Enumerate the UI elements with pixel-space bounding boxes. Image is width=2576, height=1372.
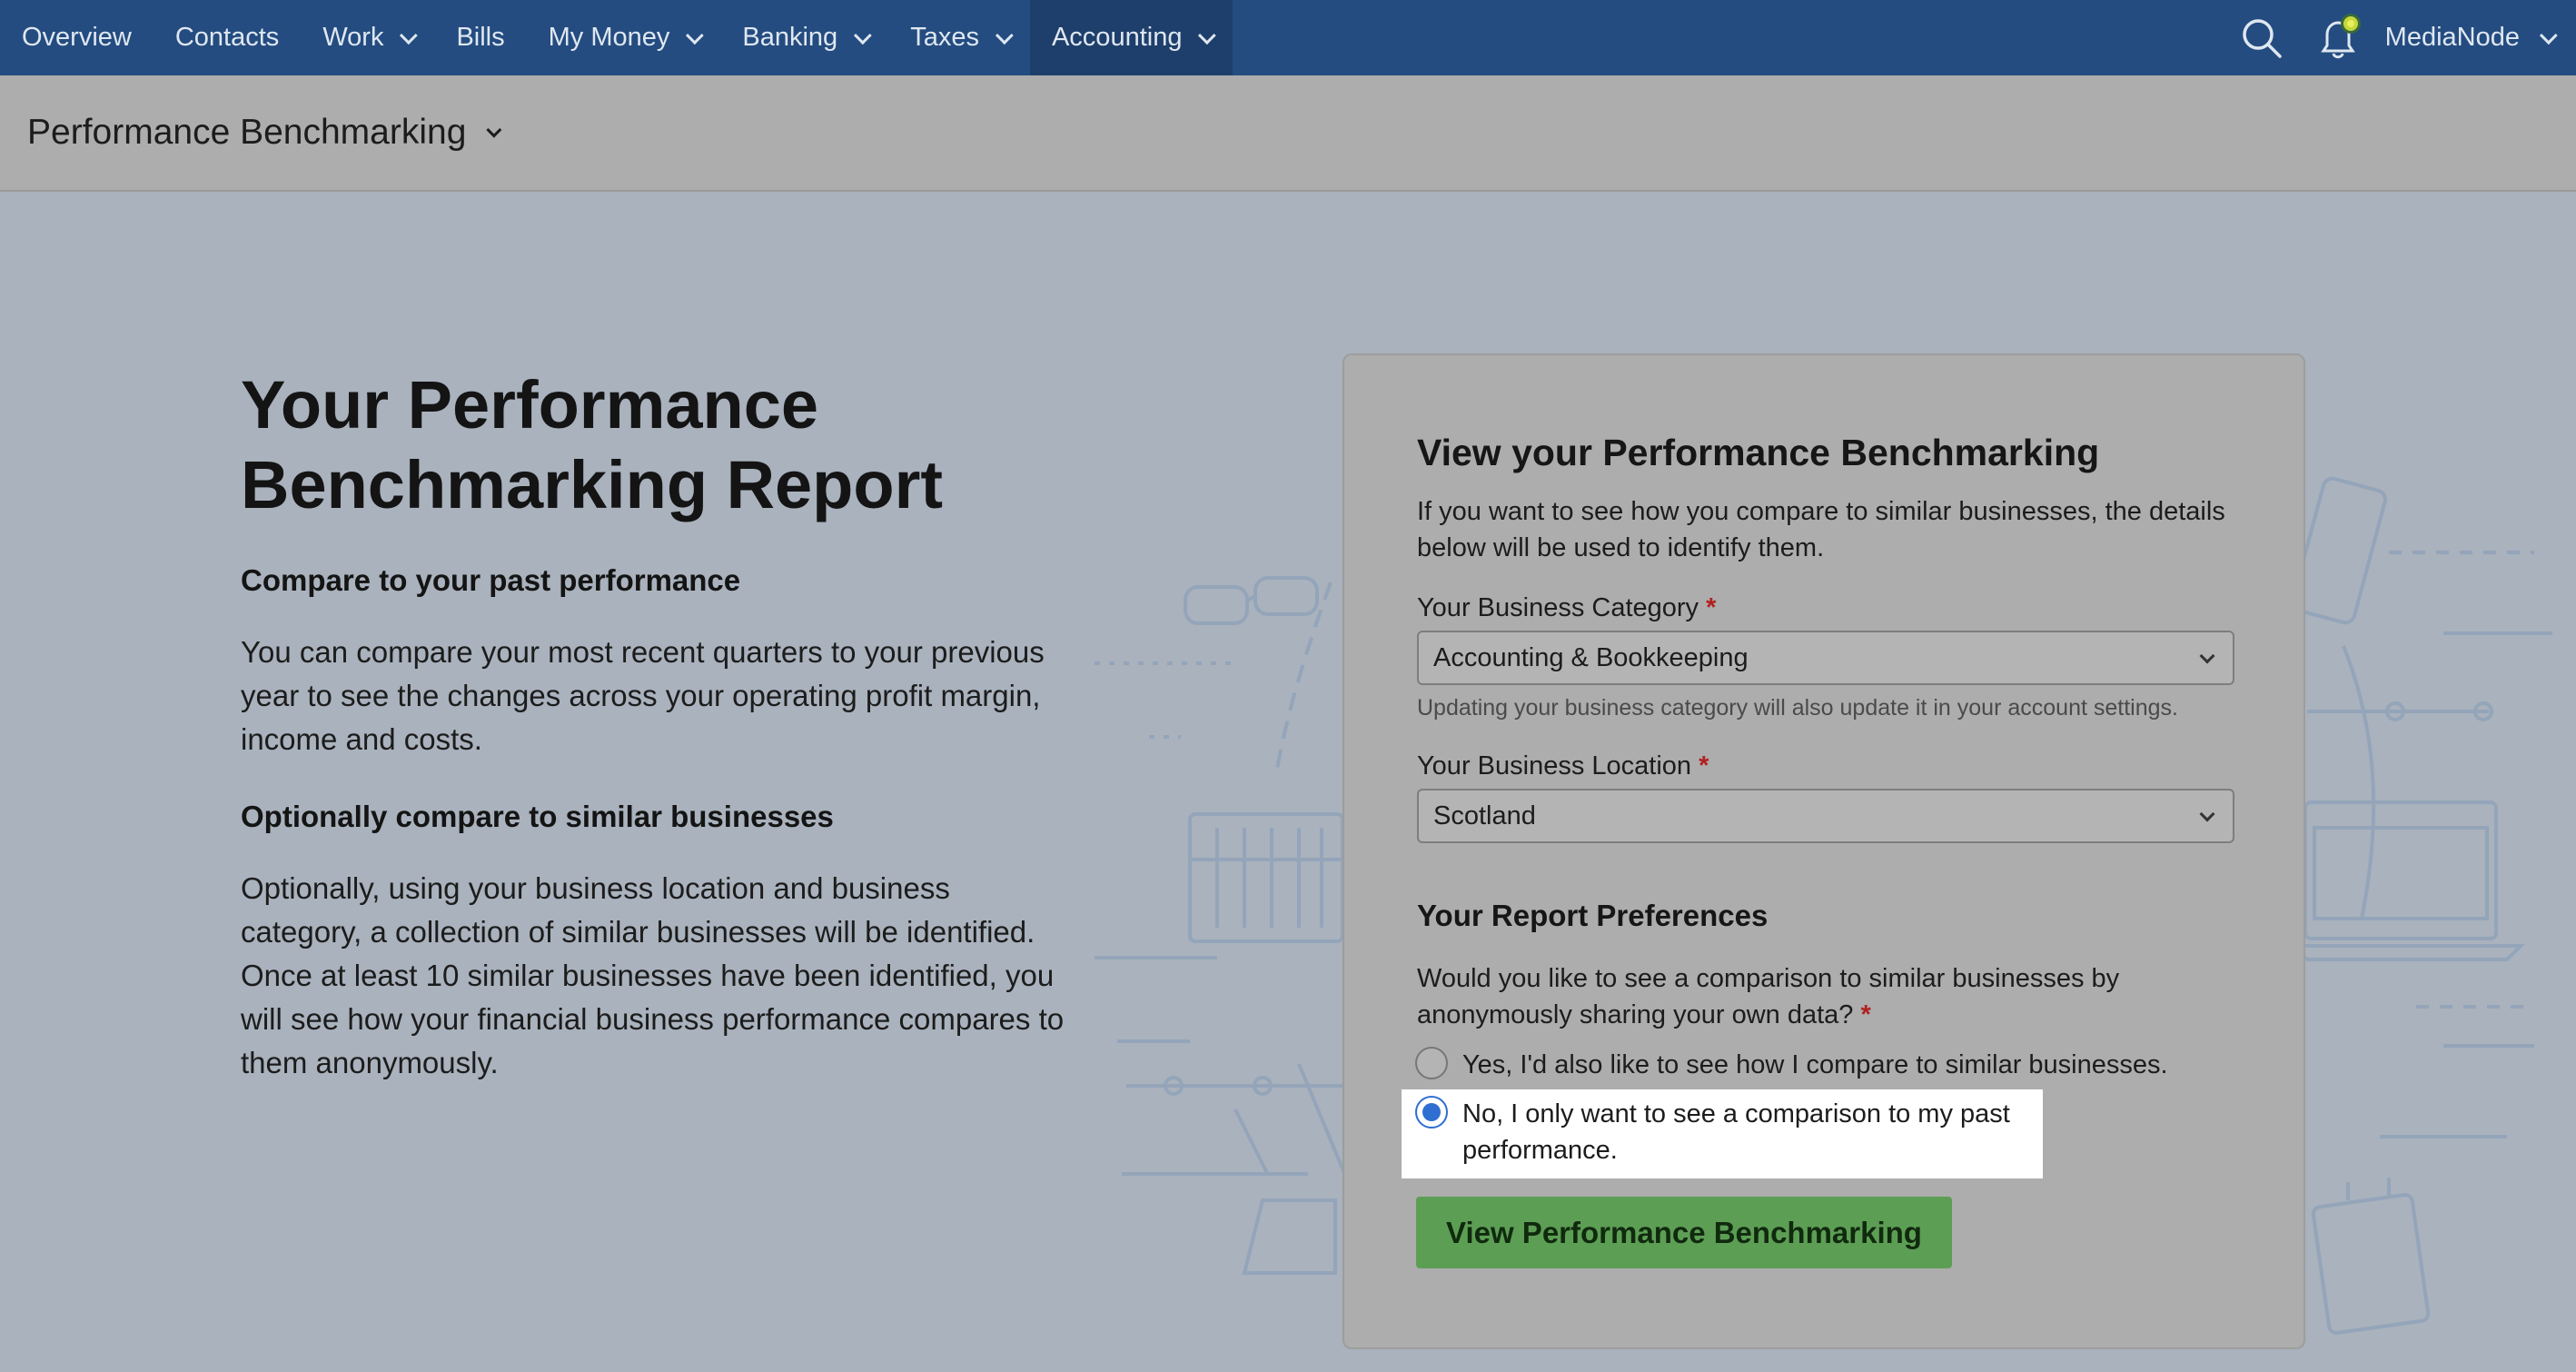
notification-bell-icon bbox=[2320, 13, 2361, 58]
nav-item-label: Banking bbox=[742, 23, 838, 52]
chevron-down-icon bbox=[2539, 25, 2558, 45]
nav-item-bills[interactable]: Bills bbox=[434, 0, 526, 75]
nav-item-label: Contacts bbox=[174, 23, 280, 52]
nav-item-accounting[interactable]: Accounting bbox=[1029, 0, 1234, 75]
report-preferences-heading: Your Report Preferences bbox=[1417, 899, 1769, 932]
nav-item-contacts[interactable]: Contacts bbox=[154, 0, 301, 75]
business-category-value: Accounting & Bookkeeping bbox=[1433, 642, 1749, 672]
chevron-down-icon bbox=[1198, 25, 1217, 45]
radio-option-label: Yes, I'd also like to see how I compare … bbox=[1462, 1050, 2168, 1079]
chevron-down-icon bbox=[486, 122, 502, 138]
page-header: Performance Benchmarking bbox=[0, 75, 2576, 192]
nav-item-work[interactable]: Work bbox=[301, 0, 434, 75]
business-category-hint: Updating your business category will als… bbox=[1417, 695, 2178, 721]
nav-item-banking[interactable]: Banking bbox=[720, 0, 888, 75]
intro-section: Your Performance Benchmarking Report Com… bbox=[241, 365, 1076, 1085]
radio-option-label: No, I only want to see a comparison to m… bbox=[1462, 1099, 2010, 1165]
nav-item-label: Bills bbox=[456, 23, 505, 52]
nav-item-overview[interactable]: Overview bbox=[0, 0, 154, 75]
nav-item-label: Accounting bbox=[1051, 23, 1183, 52]
page-title: Performance Benchmarking bbox=[27, 113, 467, 152]
business-category-select[interactable]: Accounting & Bookkeeping bbox=[1417, 631, 2234, 685]
search-button[interactable] bbox=[2224, 0, 2300, 75]
chevron-down-icon bbox=[400, 25, 419, 45]
calendar-illustration bbox=[2311, 1178, 2431, 1335]
chevron-down-icon bbox=[854, 25, 872, 45]
nav-item-label: My Money bbox=[548, 23, 670, 52]
account-label: MediaNode bbox=[2384, 23, 2520, 52]
business-location-select[interactable]: Scotland bbox=[1417, 789, 2234, 843]
chevron-down-icon bbox=[2199, 648, 2215, 664]
report-title-line: Benchmarking Report bbox=[241, 447, 944, 522]
glasses-illustration bbox=[1184, 576, 1319, 625]
chevron-down-icon bbox=[2199, 806, 2215, 822]
search-icon bbox=[2242, 18, 2282, 58]
nav-item-label: Taxes bbox=[910, 23, 979, 52]
chevron-down-icon bbox=[686, 25, 705, 45]
nav-right-group: MediaNode bbox=[2224, 0, 2576, 75]
radio-button[interactable] bbox=[1415, 1047, 1448, 1079]
radio-button-selected[interactable] bbox=[1415, 1096, 1448, 1128]
form-intro: If you want to see how you compare to si… bbox=[1417, 497, 2225, 562]
similar-businesses-text: Optionally, using your business location… bbox=[241, 871, 1065, 1079]
nav-item-label: Work bbox=[322, 23, 384, 52]
form-title: View your Performance Benchmarking bbox=[1417, 432, 2100, 473]
nav-item-taxes[interactable]: Taxes bbox=[888, 0, 1030, 75]
laptop-illustration bbox=[2289, 800, 2525, 961]
business-category-label-text: Your Business Category bbox=[1417, 593, 1699, 622]
data-sharing-question-text: Would you like to see a comparison to si… bbox=[1417, 964, 2120, 1029]
top-navigation-bar: Overview Contacts Work Bills My Money Ba… bbox=[0, 0, 2576, 75]
report-title-line: Your Performance bbox=[241, 367, 819, 442]
past-performance-heading: Compare to your past performance bbox=[241, 563, 741, 597]
nav-item-label: Overview bbox=[22, 23, 132, 52]
business-location-value: Scotland bbox=[1433, 800, 1536, 830]
business-category-label: Your Business Category * bbox=[1417, 593, 1716, 623]
required-marker: * bbox=[1860, 1000, 1871, 1029]
abacus-illustration bbox=[1188, 812, 1344, 943]
business-location-label-text: Your Business Location bbox=[1417, 751, 1692, 780]
required-marker: * bbox=[1706, 593, 1717, 622]
printer-illustration bbox=[1242, 1198, 1337, 1275]
view-benchmarking-button[interactable]: View Performance Benchmarking bbox=[1416, 1197, 1952, 1268]
required-marker: * bbox=[1699, 751, 1709, 780]
similar-businesses-heading: Optionally compare to similar businesses bbox=[241, 800, 834, 833]
report-title: Your Performance Benchmarking Report bbox=[241, 365, 1076, 525]
data-sharing-question: Would you like to see a comparison to si… bbox=[1417, 960, 2234, 1033]
page-title-dropdown[interactable]: Performance Benchmarking bbox=[27, 113, 502, 153]
chevron-down-icon bbox=[995, 25, 1014, 45]
nav-item-my-money[interactable]: My Money bbox=[527, 0, 721, 75]
radio-option-no[interactable]: No, I only want to see a comparison to m… bbox=[1415, 1096, 2033, 1168]
account-menu[interactable]: MediaNode bbox=[2376, 23, 2576, 53]
past-performance-text: You can compare your most recent quarter… bbox=[241, 635, 1045, 756]
radio-option-yes[interactable]: Yes, I'd also like to see how I compare … bbox=[1415, 1047, 2168, 1083]
notifications-button[interactable] bbox=[2300, 0, 2376, 75]
business-location-label: Your Business Location * bbox=[1417, 751, 1709, 781]
